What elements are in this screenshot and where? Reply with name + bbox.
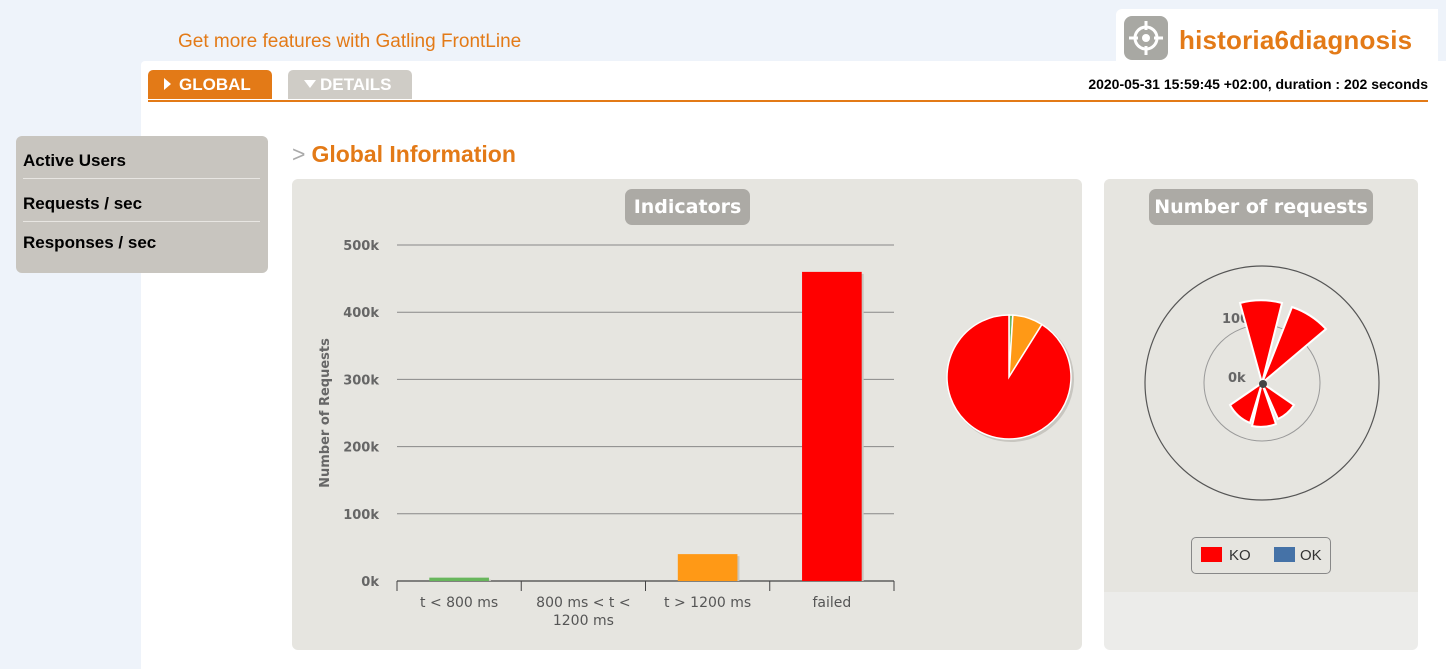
indicators-card: Indicators 0k 100k 200k 300k 400k 500k Number …: [292, 179, 1082, 650]
y-tick-label: 300k: [343, 373, 379, 388]
run-info: 2020-05-31 15:59:45 +02:00, duration : 2…: [1088, 76, 1428, 92]
simulation-name: historia6diagnosis: [1179, 25, 1413, 55]
radial-label-0k: 0k: [1228, 371, 1246, 386]
tab-global[interactable]: GLOBAL: [148, 70, 272, 99]
tab-underline: [148, 100, 1428, 102]
legend-swatch-ko: [1201, 547, 1222, 562]
radial-center: [1259, 380, 1267, 388]
chevron-right-icon: >: [292, 141, 306, 167]
legend-label-ok[interactable]: OK: [1300, 547, 1322, 564]
bar[interactable]: [429, 577, 489, 581]
requests-card: Number of requests 100k 0k: [1104, 179, 1418, 650]
pie-slice[interactable]: [946, 314, 1072, 440]
page-title-text: Global Information: [311, 141, 516, 167]
radial-ko-segments: [1228, 299, 1328, 428]
sidebar-item-requests-per-sec[interactable]: Requests / sec: [23, 179, 260, 222]
y-tick-label: 200k: [343, 441, 379, 456]
requests-radial-chart: 100k 0k: [1144, 265, 1380, 501]
y-tick-label: 100k: [343, 508, 379, 523]
y-tick-label: 0k: [361, 575, 379, 590]
tab-details-label: DETAILS: [320, 75, 392, 94]
x-tick-label: t < 800 ms: [420, 595, 498, 611]
sidebar-item-responses-per-sec[interactable]: Responses / sec: [23, 222, 260, 265]
legend-swatch-ok: [1274, 547, 1295, 562]
indicators-bar-chart: 0k 100k 200k 300k 400k 500k Number of Requests…: [318, 239, 1074, 629]
tab-details[interactable]: DETAILS: [288, 70, 412, 99]
y-tick-label: 500k: [343, 239, 379, 254]
y-axis-label: Number of Requests: [318, 338, 333, 488]
legend-label-ko[interactable]: KO: [1229, 547, 1251, 564]
simulation-header: historia6diagnosis: [1116, 9, 1438, 67]
page-title: > Global Information: [292, 141, 516, 168]
frontline-promo-link[interactable]: Get more features with Gatling FrontLine: [178, 31, 521, 53]
sidebar-menu: Active Users Requests / sec Responses / …: [16, 136, 268, 273]
bar[interactable]: [677, 554, 738, 581]
tab-global-label: GLOBAL: [179, 75, 251, 94]
caret-right-icon: [164, 78, 171, 90]
bar[interactable]: [802, 271, 862, 581]
caret-down-icon: [304, 80, 316, 88]
x-tick-label: failed: [812, 595, 851, 611]
y-tick-label: 400k: [343, 306, 379, 321]
target-icon: [1124, 16, 1168, 60]
requests-legend: KO OK: [1191, 537, 1331, 574]
sidebar-item-active-users[interactable]: Active Users: [23, 136, 260, 179]
x-tick-label: 800 ms < t <1200 ms: [536, 595, 630, 629]
x-tick-label: t > 1200 ms: [664, 595, 751, 611]
